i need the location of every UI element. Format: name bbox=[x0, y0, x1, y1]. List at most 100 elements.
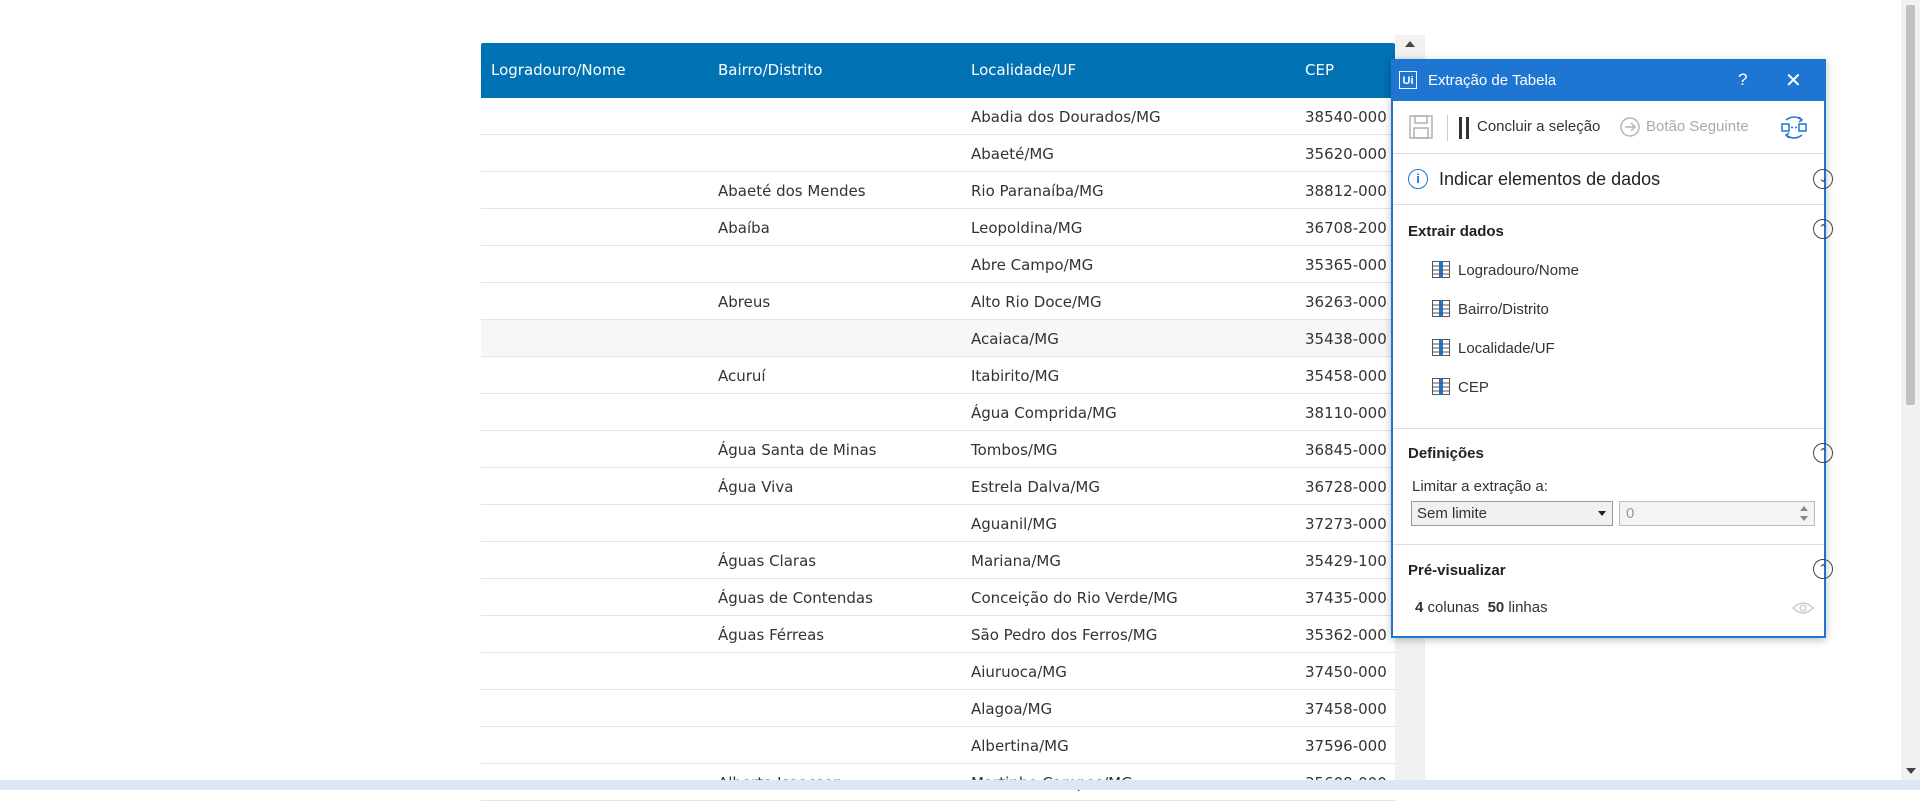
table-row[interactable]: Abre Campo/MG 35365-000 bbox=[481, 246, 1395, 283]
finish-selection-button[interactable]: Concluir a seleção bbox=[1477, 118, 1600, 135]
indicate-data-section[interactable]: i Indicar elementos de dados ⌄ bbox=[1393, 154, 1833, 205]
cell-localidade: Mariana/MG bbox=[971, 552, 1061, 570]
table-row[interactable]: Albertina/MG 37596-000 bbox=[481, 727, 1395, 764]
cell-bairro: Águas Férreas bbox=[718, 626, 825, 644]
table-body: Abadia dos Dourados/MG 38540-000 Abaeté/MG… bbox=[481, 98, 1395, 801]
settings-section: Definições ⌃ Limitar a extração a: Sem l… bbox=[1393, 429, 1833, 545]
preview-stats: 4 colunas 50 linhas bbox=[1415, 599, 1548, 616]
info-icon: i bbox=[1408, 169, 1428, 189]
table-row[interactable]: Abaeté/MG 35620-000 bbox=[481, 135, 1395, 172]
cell-cep: 35458-000 bbox=[1305, 367, 1387, 385]
eye-icon[interactable] bbox=[1792, 601, 1814, 615]
settings-heading: Definições bbox=[1408, 445, 1484, 462]
collapse-chevron-up-icon[interactable]: ⌃ bbox=[1813, 559, 1833, 579]
cell-cep: 37273-000 bbox=[1305, 515, 1387, 533]
extract-field-label: Localidade/UF bbox=[1458, 340, 1555, 357]
table-row[interactable]: Aguanil/MG 37273-000 bbox=[481, 505, 1395, 542]
pause-icon[interactable] bbox=[1459, 117, 1471, 139]
extract-data-heading: Extrair dados bbox=[1408, 223, 1504, 240]
spin-up-icon[interactable] bbox=[1800, 506, 1808, 511]
extract-field-label: Logradouro/Nome bbox=[1458, 262, 1579, 279]
page-scrollbar-thumb[interactable] bbox=[1906, 5, 1915, 405]
limit-count-input[interactable]: 0 bbox=[1619, 501, 1815, 526]
cell-cep: 35438-000 bbox=[1305, 330, 1387, 348]
cell-cep: 36708-200 bbox=[1305, 219, 1387, 237]
table-row[interactable]: Água Comprida/MG 38110-000 bbox=[481, 394, 1395, 431]
table-row[interactable]: Abadia dos Dourados/MG 38540-000 bbox=[481, 98, 1395, 135]
table-row[interactable]: Alagoa/MG 37458-000 bbox=[481, 690, 1395, 727]
scroll-down-arrow-icon[interactable] bbox=[1906, 768, 1916, 774]
uipath-logo-icon: Ui bbox=[1399, 71, 1417, 89]
cell-cep: 35365-000 bbox=[1305, 256, 1387, 274]
cell-bairro: Águas Claras bbox=[718, 552, 817, 570]
cell-bairro: Acuruí bbox=[718, 367, 766, 385]
dialog-titlebar[interactable]: Ui Extração de Tabela ? ✕ bbox=[1393, 61, 1824, 101]
table-row[interactable]: Águas Férreas São Pedro dos Ferros/MG 3536… bbox=[481, 616, 1395, 653]
taskbar-strip bbox=[0, 780, 1920, 790]
cell-localidade: São Pedro dos Ferros/MG bbox=[971, 626, 1158, 644]
cell-localidade: Alto Rio Doce/MG bbox=[971, 293, 1102, 311]
columns-count: 4 bbox=[1415, 599, 1424, 616]
help-icon[interactable]: ? bbox=[1738, 70, 1747, 90]
cell-localidade: Abaeté/MG bbox=[971, 145, 1054, 163]
rows-word: linhas bbox=[1508, 599, 1548, 616]
rows-count: 50 bbox=[1487, 599, 1505, 616]
collapse-chevron-up-icon[interactable]: ⌃ bbox=[1813, 443, 1833, 463]
header-localidade[interactable]: Localidade/UF bbox=[971, 61, 1076, 79]
limit-select[interactable]: Sem limite bbox=[1411, 501, 1613, 526]
table-row[interactable]: Abreus Alto Rio Doce/MG 36263-000 bbox=[481, 283, 1395, 320]
table-column-icon bbox=[1432, 300, 1450, 317]
table-row[interactable]: Água Viva Estrela Dalva/MG 36728-000 bbox=[481, 468, 1395, 505]
columns-word: colunas bbox=[1427, 599, 1480, 616]
table-row[interactable]: Água Santa de Minas Tombos/MG 36845-000 bbox=[481, 431, 1395, 468]
next-button[interactable]: Botão Seguinte bbox=[1646, 118, 1749, 135]
table-row[interactable]: Acaiaca/MG 35438-000 bbox=[481, 320, 1395, 357]
table-column-icon bbox=[1432, 261, 1450, 278]
cell-bairro: Abaeté dos Mendes bbox=[718, 182, 866, 200]
table-row[interactable]: Abaeté dos Mendes Rio Paranaíba/MG 38812-0… bbox=[481, 172, 1395, 209]
indicate-data-label[interactable]: Indicar elementos de dados bbox=[1439, 169, 1660, 190]
cell-bairro: Água Viva bbox=[718, 478, 794, 496]
extract-field-label: Bairro/Distrito bbox=[1458, 301, 1549, 318]
table-extraction-dialog: Ui Extração de Tabela ? ✕ Concluir a sel… bbox=[1391, 59, 1833, 638]
cell-localidade: Abre Campo/MG bbox=[971, 256, 1094, 274]
cell-bairro: Águas de Contendas bbox=[718, 589, 873, 607]
collapse-chevron-up-icon[interactable]: ⌃ bbox=[1813, 219, 1833, 239]
cell-cep: 38812-000 bbox=[1305, 182, 1387, 200]
dropdown-arrow-icon bbox=[1598, 511, 1606, 516]
header-cep[interactable]: CEP bbox=[1305, 61, 1334, 79]
table-row[interactable]: Águas Claras Mariana/MG 35429-100 bbox=[481, 542, 1395, 579]
cell-localidade: Rio Paranaíba/MG bbox=[971, 182, 1104, 200]
cell-localidade: Alagoa/MG bbox=[971, 700, 1053, 718]
limit-select-value: Sem limite bbox=[1417, 505, 1488, 522]
cell-cep: 36845-000 bbox=[1305, 441, 1387, 459]
scroll-up-arrow-icon[interactable] bbox=[1405, 41, 1415, 47]
cell-localidade: Abadia dos Dourados/MG bbox=[971, 108, 1161, 126]
cell-localidade: Conceição do Rio Verde/MG bbox=[971, 589, 1178, 607]
header-logradouro[interactable]: Logradouro/Nome bbox=[491, 61, 626, 79]
close-icon[interactable]: ✕ bbox=[1785, 68, 1802, 93]
page-scrollbar[interactable] bbox=[1901, 0, 1920, 780]
table-row[interactable]: Aiuruoca/MG 37450-000 bbox=[481, 653, 1395, 690]
cell-cep: 36728-000 bbox=[1305, 478, 1387, 496]
table-row[interactable]: Águas de Contendas Conceição do Rio Verde… bbox=[481, 579, 1395, 616]
extract-field-label: CEP bbox=[1458, 379, 1489, 396]
spin-down-icon[interactable] bbox=[1800, 516, 1808, 521]
dialog-toolbar: Concluir a seleção Botão Seguinte bbox=[1393, 101, 1824, 154]
table-row[interactable]: Acuruí Itabirito/MG 35458-000 bbox=[481, 357, 1395, 394]
cell-localidade: Aguanil/MG bbox=[971, 515, 1057, 533]
refresh-icon[interactable] bbox=[1779, 114, 1809, 142]
save-icon[interactable] bbox=[1408, 114, 1434, 140]
header-bairro[interactable]: Bairro/Distrito bbox=[718, 61, 822, 79]
cell-localidade: Acaiaca/MG bbox=[971, 330, 1059, 348]
cell-bairro: Água Santa de Minas bbox=[718, 441, 877, 459]
cell-cep: 37458-000 bbox=[1305, 700, 1387, 718]
table-row[interactable]: Abaíba Leopoldina/MG 36708-200 bbox=[481, 209, 1395, 246]
cell-cep: 36263-000 bbox=[1305, 293, 1387, 311]
expand-chevron-down-icon[interactable]: ⌄ bbox=[1813, 169, 1833, 189]
cell-cep: 35429-100 bbox=[1305, 552, 1387, 570]
next-button-icon[interactable] bbox=[1619, 116, 1641, 138]
cell-cep: 37450-000 bbox=[1305, 663, 1387, 681]
cell-cep: 35620-000 bbox=[1305, 145, 1387, 163]
table-column-icon bbox=[1432, 339, 1450, 356]
